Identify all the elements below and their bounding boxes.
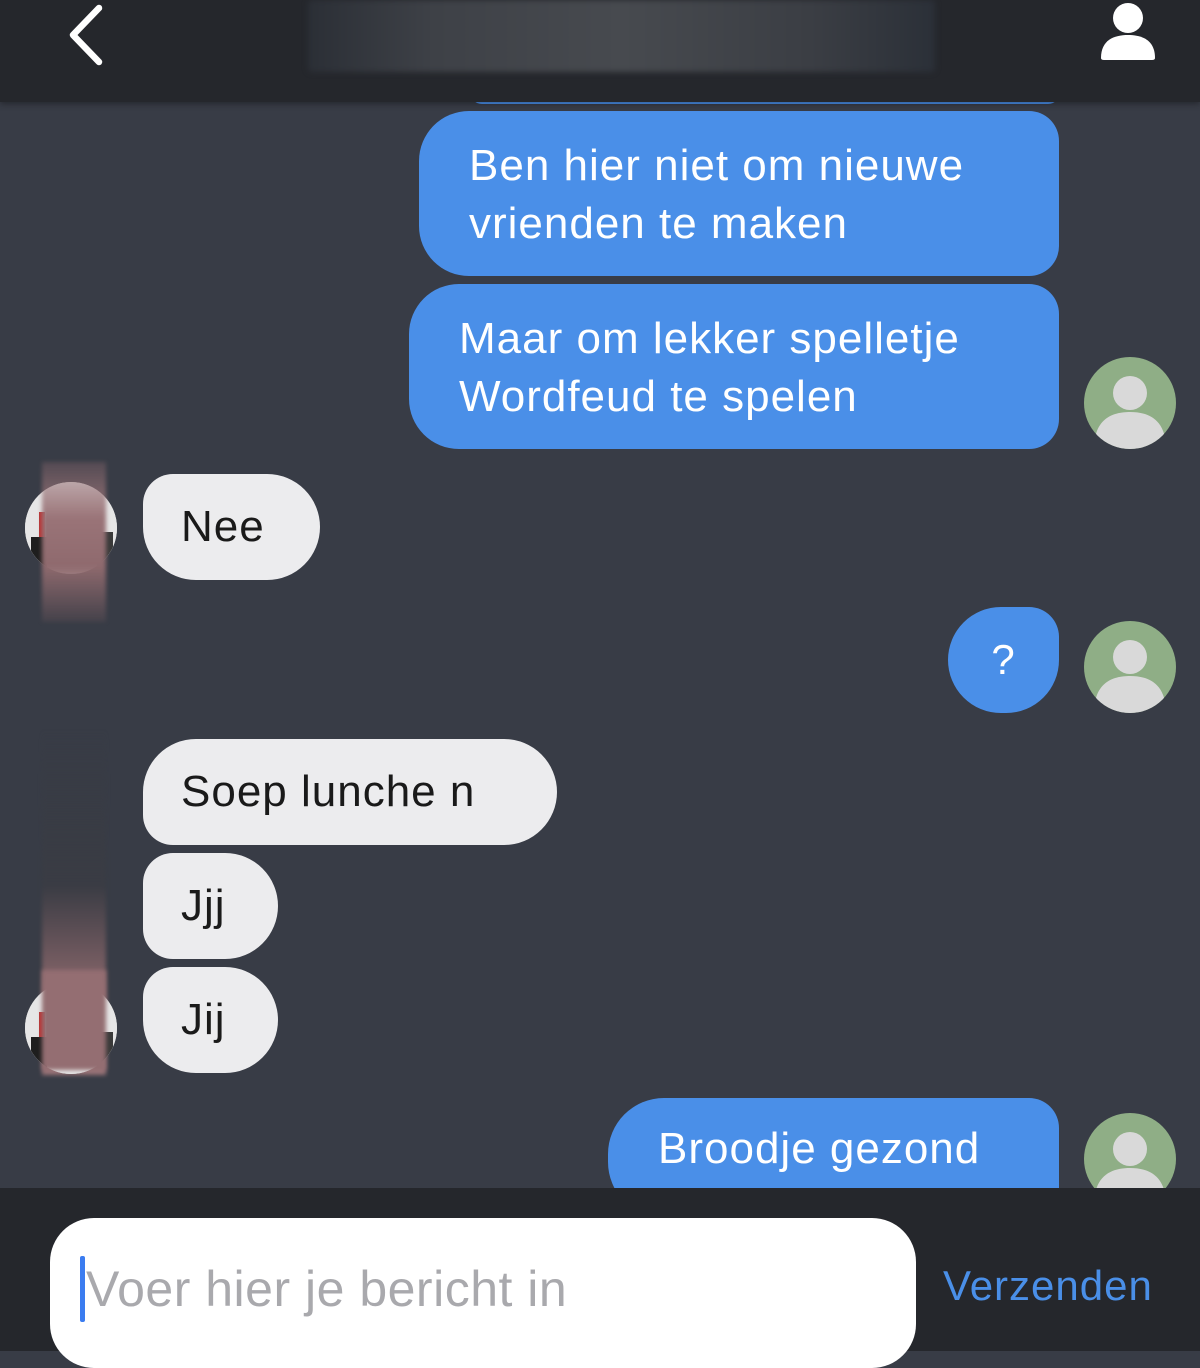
message-bubble-outgoing[interactable]: Broodje gezond xyxy=(608,1098,1059,1188)
message-text-line: Broodje gezond xyxy=(658,1124,981,1173)
message-bubble-incoming[interactable]: Jjj xyxy=(143,853,278,959)
message-text-line: Maar om lekker spelletje xyxy=(459,314,960,363)
message-bubble-incoming[interactable]: Nee xyxy=(143,474,320,580)
message-text-line: Ben hier niet om nieuwe xyxy=(469,141,965,190)
default-user-icon xyxy=(1094,376,1166,449)
message-text-line: Jjj xyxy=(181,881,226,930)
message-input-placeholder: Voer hier je bericht in xyxy=(86,1261,568,1317)
message-list[interactable]: Ben hier niet om nieuwe vrienden te make… xyxy=(0,0,1200,1188)
conversation-title xyxy=(308,0,935,72)
message-bubble-outgoing[interactable]: Ben hier niet om nieuwe vrienden te make… xyxy=(419,111,1059,276)
default-user-icon xyxy=(1096,1132,1164,1188)
message-text-line: ? xyxy=(991,636,1016,683)
message-bubble-outgoing[interactable]: Maar om lekker spelletje Wordfeud te spe… xyxy=(409,284,1059,449)
message-text-line: vrienden te maken xyxy=(469,199,848,248)
chevron-left-icon xyxy=(69,4,103,66)
profile-button[interactable] xyxy=(1092,0,1164,72)
default-user-icon xyxy=(1094,640,1166,713)
message-bubble-outgoing[interactable]: ? xyxy=(948,607,1059,713)
user-icon xyxy=(1101,3,1155,60)
message-bubble-incoming[interactable]: Soep lunche n xyxy=(143,739,557,845)
back-button[interactable] xyxy=(55,0,125,72)
text-cursor xyxy=(80,1256,85,1322)
message-composer: Voer hier je bericht in Verzenden xyxy=(0,1188,1200,1368)
contact-avatar-blur xyxy=(42,462,106,622)
own-avatar[interactable] xyxy=(1084,621,1176,713)
top-bar xyxy=(0,0,1200,102)
message-text-line: Jij xyxy=(181,995,226,1044)
message-text-line: Wordfeud te spelen xyxy=(459,372,858,421)
contact-avatar-blur xyxy=(42,970,106,1070)
message-bubble-incoming[interactable]: Jij xyxy=(143,967,278,1073)
send-button[interactable]: Verzenden xyxy=(943,1258,1153,1314)
message-text-line: Soep lunche n xyxy=(181,767,476,816)
own-avatar[interactable] xyxy=(1084,1113,1176,1188)
own-avatar[interactable] xyxy=(1084,357,1176,449)
message-text-line: Nee xyxy=(181,502,265,551)
